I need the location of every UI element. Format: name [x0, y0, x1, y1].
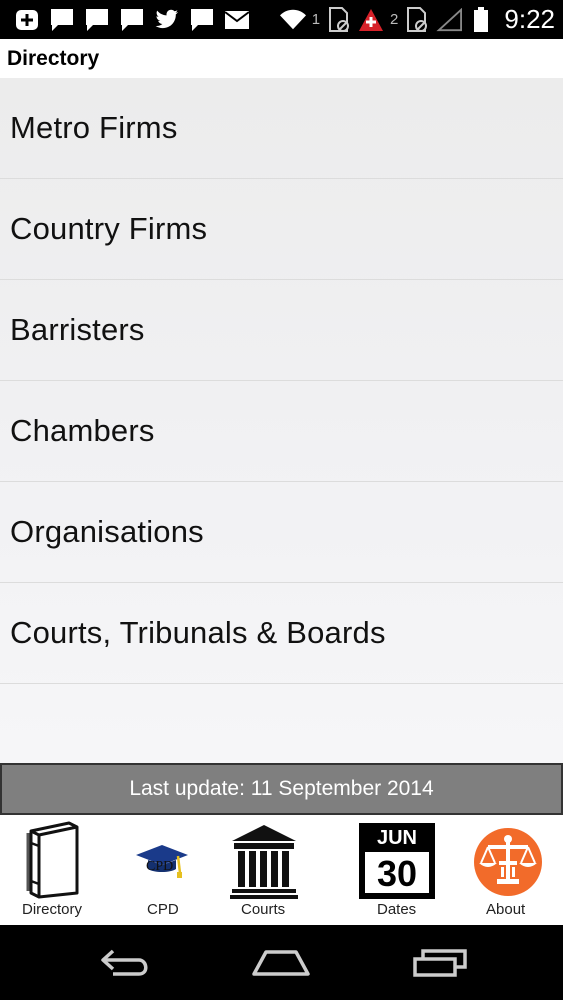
last-update-banner: Last update: 11 September 2014 [0, 763, 563, 815]
list-item-metro-firms[interactable]: Metro Firms [0, 78, 563, 179]
last-update-text: Last update: 11 September 2014 [129, 777, 434, 800]
tab-bar: Directory CPD CPD Courts JUN 30 Dates Ab… [0, 815, 563, 925]
tab-about[interactable]: About [455, 815, 563, 925]
message-icon [49, 8, 75, 32]
battery-icon [468, 6, 494, 32]
twitter-icon [154, 8, 180, 32]
list-item-label: Country Firms [10, 211, 208, 246]
list-item-barristers[interactable]: Barristers [0, 280, 563, 381]
list-item-label: Barristers [10, 312, 145, 347]
add-notification-icon [14, 8, 40, 32]
calendar-month: JUN [376, 827, 417, 849]
email-icon [224, 8, 250, 32]
sim2-label: 2 [390, 11, 399, 28]
calendar-day: 30 [365, 852, 429, 894]
list-item-chambers[interactable]: Chambers [0, 381, 563, 482]
message-icon [189, 8, 215, 32]
scales-icon [473, 827, 543, 902]
sim1-label: 1 [311, 11, 321, 28]
notification-icons [14, 6, 250, 34]
wifi-icon [279, 8, 306, 32]
system-icons: 1 2 9:22 [279, 0, 555, 39]
tab-label: About [486, 901, 526, 918]
tab-courts[interactable]: Courts [216, 815, 316, 925]
list-item-label: Metro Firms [10, 110, 178, 145]
tab-dates[interactable]: JUN 30 Dates [340, 815, 455, 925]
message-icon [119, 8, 145, 32]
list-item-country-firms[interactable]: Country Firms [0, 179, 563, 280]
tab-label: CPD [147, 901, 179, 918]
tab-cpd[interactable]: CPD CPD [108, 815, 216, 925]
page-title: Directory [7, 47, 100, 70]
list-item-courts-tribunals-boards[interactable]: Courts, Tribunals & Boards [0, 583, 563, 684]
message-icon [84, 8, 110, 32]
list-item-label: Courts, Tribunals & Boards [10, 615, 386, 650]
home-icon [252, 950, 310, 976]
signal-icon [436, 7, 463, 32]
calendar-icon: JUN 30 [359, 823, 435, 899]
cpd-icon-text: CPD [146, 859, 174, 874]
list-item-label: Chambers [10, 413, 155, 448]
recent-apps-button[interactable] [405, 943, 475, 983]
book-icon [25, 821, 81, 904]
directory-list: Metro Firms Country Firms Barristers Cha… [0, 78, 563, 763]
courthouse-icon [230, 823, 298, 904]
system-navigation-bar [0, 925, 563, 1000]
home-button[interactable] [246, 943, 316, 983]
tab-label: Directory [22, 901, 83, 918]
tab-label: Dates [377, 901, 417, 918]
list-item-label: Organisations [10, 514, 204, 549]
title-bar: Directory [0, 39, 563, 78]
tab-label: Courts [241, 901, 286, 918]
sim-blocked-icon [404, 6, 430, 32]
graduation-cap-icon: CPD [134, 843, 190, 892]
medical-alert-icon [358, 8, 384, 32]
sim-blocked-icon [326, 6, 352, 32]
clock: 9:22 [504, 4, 555, 34]
back-arrow-icon [101, 949, 148, 976]
tab-directory[interactable]: Directory [0, 815, 108, 925]
status-bar: 1 2 9:22 [0, 0, 563, 39]
list-item-organisations[interactable]: Organisations [0, 482, 563, 583]
recent-apps-icon [413, 949, 467, 977]
back-button[interactable] [90, 943, 160, 983]
